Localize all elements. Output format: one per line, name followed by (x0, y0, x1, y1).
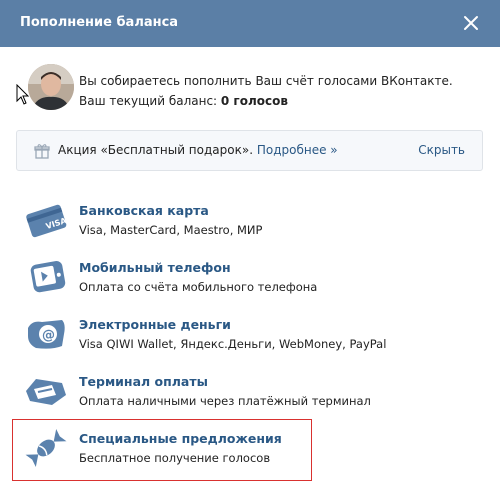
method-title: Специальные предложения (79, 431, 282, 446)
mouse-cursor-icon (16, 84, 30, 105)
user-text: Вы собираетесь пополнить Ваш счёт голоса… (79, 71, 453, 111)
method-e-money[interactable]: @ Электронные деньги Visa QIWI Wallet, Я… (18, 310, 478, 362)
method-title: Терминал оплаты (79, 374, 208, 389)
method-desc: Visa QIWI Wallet, Яндекс.Деньги, WebMone… (79, 337, 387, 351)
dialog-title: Пополнение баланса (20, 15, 179, 30)
svg-text:@: @ (42, 328, 55, 343)
method-title: Электронные деньги (79, 317, 231, 332)
balance-intro: Вы собираетесь пополнить Ваш счёт голоса… (79, 74, 453, 88)
promo-text: Акция «Бесплатный подарок». Подробнее » (58, 143, 338, 157)
method-mobile-phone[interactable]: Мобильный телефон Оплата со счёта мобиль… (18, 253, 478, 305)
method-title: Мобильный телефон (79, 260, 231, 275)
promo-more-link[interactable]: Подробнее » (257, 143, 338, 157)
promo-label: Акция «Бесплатный подарок». (58, 143, 254, 157)
gift-icon (34, 144, 50, 159)
method-desc: Оплата наличными через платёжный термина… (79, 394, 371, 408)
method-special-offers[interactable]: Специальные предложения Бесплатное получ… (18, 424, 478, 476)
payment-terminal-icon (26, 379, 66, 405)
method-title: Банковская карта (79, 203, 209, 218)
method-desc: Оплата со счёта мобильного телефона (79, 280, 318, 294)
mobile-phone-icon (30, 261, 66, 293)
balance-label: Ваш текущий баланс: (79, 94, 221, 108)
balance-value: 0 голосов (220, 94, 288, 108)
dialog-header: Пополнение баланса (0, 0, 500, 47)
candy-icon (25, 429, 67, 467)
promo-banner: Акция «Бесплатный подарок». Подробнее » … (16, 130, 483, 171)
method-desc: Visa, MasterCard, Maestro, МИР (79, 223, 263, 237)
method-desc: Бесплатное получение голосов (79, 451, 271, 465)
promo-hide-link[interactable]: Скрыть (418, 143, 465, 157)
close-icon[interactable] (460, 12, 482, 34)
e-money-icon: @ (28, 320, 65, 349)
avatar (28, 64, 74, 110)
bank-card-icon: VISA (26, 204, 68, 238)
user-info: Вы собираетесь пополнить Ваш счёт голоса… (20, 64, 480, 112)
balance-line: Ваш текущий баланс: 0 голосов (79, 91, 453, 111)
method-payment-terminal[interactable]: Терминал оплаты Оплата наличными через п… (18, 367, 478, 419)
method-bank-card[interactable]: VISA Банковская карта Visa, MasterCard, … (18, 196, 478, 248)
